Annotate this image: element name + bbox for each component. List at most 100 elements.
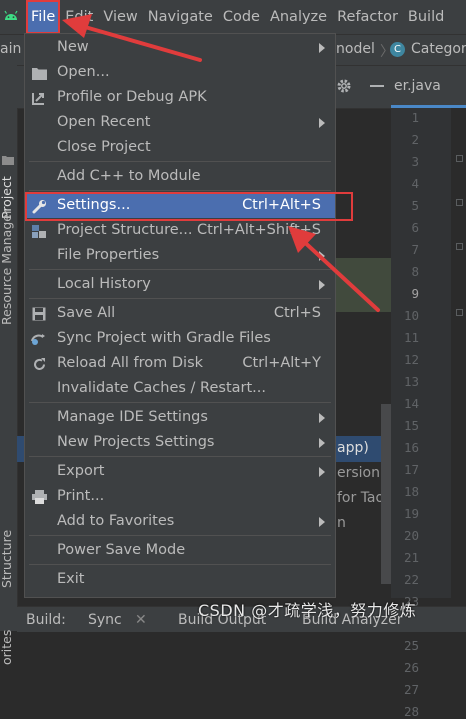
menu-code[interactable]: Code bbox=[218, 0, 265, 34]
editor-tab-bar: er.java bbox=[391, 66, 466, 109]
menu-edit[interactable]: Edit bbox=[60, 0, 98, 34]
line-number: 4 bbox=[411, 176, 419, 191]
line-number: 26 bbox=[403, 660, 419, 675]
menu-item-label: Add to Favorites bbox=[57, 513, 175, 529]
file-menu-item-reload-all-from-disk[interactable]: Reload All from Disk Ctrl+Alt+Y bbox=[25, 351, 335, 376]
wrench-icon bbox=[31, 198, 47, 214]
watermark-text: CSDN @才疏学浅，努力修炼 bbox=[198, 601, 417, 620]
menu-view[interactable]: View bbox=[98, 0, 142, 34]
menu-item-label: Sync Project with Gradle Files bbox=[57, 330, 271, 346]
editor-gutter: 1234567891011121314151617181920212223242… bbox=[391, 108, 451, 719]
breadcrumb-fragment-left[interactable]: ain bbox=[0, 41, 21, 57]
menu-separator bbox=[29, 535, 331, 536]
menu-item-label: Manage IDE Settings bbox=[57, 409, 208, 425]
line-number: 16 bbox=[403, 440, 419, 455]
submenu-arrow-icon bbox=[319, 251, 325, 261]
print-icon bbox=[31, 489, 47, 505]
file-menu-item-open[interactable]: Open... bbox=[25, 60, 335, 85]
file-menu-item-invalidate-caches-restart[interactable]: Invalidate Caches / Restart... bbox=[25, 376, 335, 401]
breadcrumb-fragment-model[interactable]: nodel bbox=[336, 41, 375, 57]
menu-item-label: Project Structure... bbox=[57, 222, 193, 238]
menu-separator bbox=[29, 298, 331, 299]
file-menu-item-new[interactable]: New bbox=[25, 35, 335, 60]
line-number: 14 bbox=[403, 396, 419, 411]
menu-refactor[interactable]: Refactor bbox=[332, 0, 403, 34]
tree-row-version: ersion) bbox=[337, 465, 386, 481]
file-menu-item-export[interactable]: Export bbox=[25, 459, 335, 484]
menu-item-label: Power Save Mode bbox=[57, 542, 186, 558]
line-number: 7 bbox=[411, 242, 419, 257]
gear-icon[interactable] bbox=[335, 77, 353, 99]
file-menu-item-profile-or-debug-apk[interactable]: Profile or Debug APK bbox=[25, 85, 335, 110]
menu-separator bbox=[29, 456, 331, 457]
menu-item-label: New bbox=[57, 39, 89, 55]
profile-apk-icon bbox=[31, 90, 47, 106]
line-number: 21 bbox=[403, 550, 419, 565]
menu-item-label: Local History bbox=[57, 276, 151, 292]
file-menu-item-add-cplusplus-to-module[interactable]: Add C++ to Module bbox=[25, 164, 335, 189]
vcs-changed-highlight bbox=[335, 258, 391, 312]
menu-item-label: New Projects Settings bbox=[57, 434, 215, 450]
file-menu-item-project-structure[interactable]: Project Structure... Ctrl+Alt+Shift+S bbox=[25, 218, 335, 243]
menu-item-shortcut: Ctrl+S bbox=[273, 305, 321, 321]
project-panel-scrollbar[interactable] bbox=[381, 404, 391, 584]
file-menu-item-save-all[interactable]: Save All Ctrl+S bbox=[25, 301, 335, 326]
menu-item-label: Save All bbox=[57, 305, 116, 321]
line-number: 19 bbox=[403, 506, 419, 521]
file-menu-item-settings[interactable]: Settings... Ctrl+Alt+S bbox=[25, 193, 335, 218]
file-menu-item-sync-project-with-gradle-files[interactable]: Sync Project with Gradle Files bbox=[25, 326, 335, 351]
fold-marker-icon[interactable] bbox=[456, 309, 463, 316]
menu-item-label: Add C++ to Module bbox=[57, 168, 201, 184]
submenu-arrow-icon bbox=[319, 280, 325, 290]
line-number: 13 bbox=[403, 374, 419, 389]
line-number: 6 bbox=[411, 220, 419, 235]
editor-code-area[interactable] bbox=[451, 108, 466, 598]
line-number: 25 bbox=[403, 638, 419, 653]
menu-file[interactable]: File bbox=[26, 0, 61, 34]
left-tool-strip: Project Resource Manager Structure orite… bbox=[0, 35, 18, 665]
menu-item-label: Open Recent bbox=[57, 114, 151, 130]
line-number: 17 bbox=[403, 462, 419, 477]
line-number: 28 bbox=[403, 704, 419, 719]
fold-marker-icon[interactable] bbox=[456, 243, 463, 250]
line-number: 10 bbox=[403, 308, 419, 323]
breadcrumb-fragment-class[interactable]: Categor bbox=[411, 41, 466, 57]
file-menu-item-add-to-favorites[interactable]: Add to Favorites bbox=[25, 509, 335, 534]
file-menu-item-power-save-mode[interactable]: Power Save Mode bbox=[25, 538, 335, 563]
sync-tab[interactable]: Sync bbox=[88, 612, 122, 628]
menu-item-label: Close Project bbox=[57, 139, 151, 155]
line-number: 9 bbox=[411, 286, 419, 301]
file-menu-item-local-history[interactable]: Local History bbox=[25, 272, 335, 297]
file-menu-item-close-project[interactable]: Close Project bbox=[25, 135, 335, 160]
file-menu-item-open-recent[interactable]: Open Recent bbox=[25, 110, 335, 135]
menu-item-label: Reload All from Disk bbox=[57, 355, 204, 371]
fold-marker-icon[interactable] bbox=[456, 199, 463, 206]
gradle-sync-icon bbox=[31, 331, 47, 347]
save-icon bbox=[31, 306, 47, 322]
menu-item-label: Settings... bbox=[57, 197, 131, 213]
submenu-arrow-icon bbox=[319, 118, 325, 128]
submenu-arrow-icon bbox=[319, 43, 325, 53]
file-menu-item-new-projects-settings[interactable]: New Projects Settings bbox=[25, 430, 335, 455]
reload-icon bbox=[31, 356, 47, 372]
tab-close-icon[interactable]: ✕ bbox=[135, 612, 147, 628]
submenu-arrow-icon bbox=[319, 517, 325, 527]
menu-analyze[interactable]: Analyze bbox=[265, 0, 332, 34]
fold-marker-icon[interactable] bbox=[456, 155, 463, 162]
file-menu-item-print[interactable]: Print... bbox=[25, 484, 335, 509]
menu-separator bbox=[29, 161, 331, 162]
menu-item-label: Print... bbox=[57, 488, 105, 504]
line-number: 20 bbox=[403, 528, 419, 543]
file-menu-item-manage-ide-settings[interactable]: Manage IDE Settings bbox=[25, 405, 335, 430]
file-menu-item-exit[interactable]: Exit bbox=[25, 567, 335, 592]
file-menu-item-file-properties[interactable]: File Properties bbox=[25, 243, 335, 268]
editor-tab-label[interactable]: er.java bbox=[394, 78, 441, 94]
menu-separator bbox=[29, 564, 331, 565]
menu-build[interactable]: Build bbox=[403, 0, 449, 34]
menu-separator bbox=[29, 269, 331, 270]
menu-navigate[interactable]: Navigate bbox=[143, 0, 218, 34]
minimize-icon[interactable] bbox=[370, 85, 384, 87]
line-number: 2 bbox=[411, 132, 419, 147]
menu-item-shortcut: Ctrl+Alt+Y bbox=[242, 355, 321, 371]
line-number: 15 bbox=[403, 418, 419, 433]
